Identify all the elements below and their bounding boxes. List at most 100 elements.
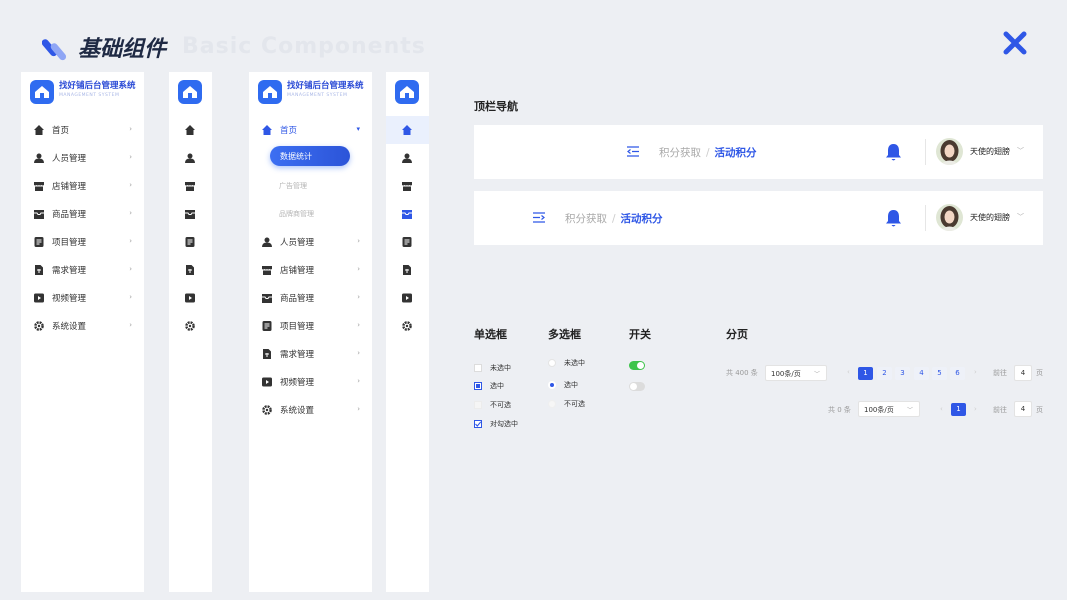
sidebar-item-project[interactable]: 项目管理 › [21,228,144,256]
sidebar-item-video[interactable]: 视频管理 › [249,368,372,396]
user-name[interactable]: 天使的翅膀 [970,212,1010,223]
sidebar-item-demand[interactable] [386,256,429,284]
sidebar-item-settings[interactable] [386,312,429,340]
sidebar-item-users[interactable] [169,144,212,172]
chevron-down-icon[interactable]: ﹀ [1017,212,1024,222]
radio-checked[interactable]: 选中 [474,379,504,393]
option-label: 不可选 [564,400,585,408]
sidebar-item-store[interactable]: 店铺管理 › [249,256,372,284]
unfold-menu-icon[interactable] [533,212,545,223]
next-page-icon[interactable]: › [974,405,977,413]
sidebar-item-home[interactable] [169,116,212,144]
sidebar-item-label: 商品管理 [52,210,87,220]
sidebar-item-demand[interactable]: 需求管理 › [21,256,144,284]
sidebar-item-store[interactable] [386,172,429,200]
page-size-select[interactable]: 100条/页 ﹀ [765,365,827,381]
sidebar-item-video[interactable]: 视频管理 › [21,284,144,312]
sidebar-item-store[interactable] [169,172,212,200]
sidebar-item-project[interactable]: 项目管理 › [249,312,372,340]
chevron-down-icon: ▾ [356,125,360,133]
chevron-down-icon[interactable]: ﹀ [1017,146,1024,156]
switch-knob [630,383,637,390]
demand-icon [35,265,43,275]
brand-name: 找好铺后台管理系统 [287,81,364,91]
page-number-current[interactable]: 1 [951,403,966,416]
page-number[interactable]: 2 [877,367,892,380]
sidebar-item-settings[interactable]: 系统设置 › [21,312,144,340]
switch-on[interactable] [629,361,645,370]
close-icon[interactable] [1002,30,1028,56]
sidebar-item-home[interactable]: 首页 ▾ [249,116,372,144]
submenu-item-label: 数据统计 [280,152,312,161]
sidebar-item-home[interactable] [386,116,429,144]
sidebar-item-demand[interactable]: 需求管理 › [249,340,372,368]
sidebar-item-settings[interactable] [169,312,212,340]
page-number[interactable]: 4 [914,367,929,380]
sidebar-item-goods[interactable] [386,200,429,228]
chevron-right-icon: › [129,237,132,245]
sidebar-item-store[interactable]: 店铺管理 › [21,172,144,200]
page-size-select[interactable]: 100条/页 ﹀ [858,401,920,417]
sidebar-item-settings[interactable]: 系统设置 › [249,396,372,424]
next-page-icon[interactable]: › [974,368,977,376]
avatar[interactable] [936,138,963,165]
sidebar-item-project[interactable] [169,228,212,256]
sidebar-item-video[interactable] [386,284,429,312]
box-icon [402,210,412,219]
sidebar-item-project[interactable] [386,228,429,256]
breadcrumb-separator: / [612,213,616,225]
prev-page-icon[interactable]: ‹ [940,405,943,413]
breadcrumb-current: 活动积分 [714,147,757,159]
submenu-item-stats[interactable]: 数据统计 [270,146,350,166]
submenu-item-ads[interactable]: 广告管理 [279,181,307,191]
store-icon [185,182,195,191]
breadcrumb-item[interactable]: 积分获取 [565,213,607,225]
components-logo-icon [42,39,67,61]
breadcrumb-item[interactable]: 积分获取 [659,147,701,159]
switch-off[interactable] [629,382,645,391]
option-label: 对勾选中 [490,420,518,428]
avatar[interactable] [936,204,963,231]
radio-unchecked[interactable]: 未选中 [474,361,511,375]
goto-page-input[interactable]: 4 [1014,401,1032,417]
page-number-current[interactable]: 1 [858,367,873,380]
sidebar-item-video[interactable] [169,284,212,312]
page-unit-label: 页 [1036,369,1043,377]
sidebar-item-goods[interactable]: 商品管理 › [249,284,372,312]
fold-menu-icon[interactable] [627,146,639,157]
prev-page-icon[interactable]: ‹ [847,368,850,376]
checkbox-checked[interactable]: 选中 [548,378,578,392]
radio-disabled: 不可选 [474,398,511,412]
user-name[interactable]: 天使的翅膀 [970,146,1010,157]
sidebar-item-goods[interactable] [169,200,212,228]
user-icon [185,153,195,163]
sidebar-item-demand[interactable] [169,256,212,284]
home-icon [402,125,412,135]
checkbox-unchecked[interactable]: 未选中 [548,356,585,370]
sidebar-item-label: 店铺管理 [52,182,87,192]
store-icon [262,266,272,275]
sidebar-item-users[interactable]: 人员管理 › [21,144,144,172]
user-icon [34,153,44,163]
store-icon [34,182,44,191]
option-label: 选中 [564,381,578,389]
sidebar-item-users[interactable] [386,144,429,172]
submenu-item-brands[interactable]: 品牌商管理 [279,209,314,219]
option-label: 不可选 [490,401,511,409]
bell-icon[interactable] [885,143,902,162]
checkbox-dot-checked [548,381,556,389]
page-number[interactable]: 3 [895,367,910,380]
page-title-ghost: Basic Components [182,34,426,59]
topbar-expanded: 积分获取 / 活动积分 天使的翅膀 ﹀ [474,125,1043,179]
radio-tick-checked[interactable]: 对勾选中 [474,417,518,431]
pagination-section-title: 分页 [726,328,748,341]
page-number[interactable]: 5 [932,367,947,380]
home-icon [262,125,272,135]
sidebar-item-home[interactable]: 首页 › [21,116,144,144]
sidebar-item-label: 首页 [280,126,298,136]
bell-icon[interactable] [885,209,902,228]
sidebar-item-users[interactable]: 人员管理 › [249,228,372,256]
sidebar-item-goods[interactable]: 商品管理 › [21,200,144,228]
page-number[interactable]: 6 [950,367,965,380]
goto-page-input[interactable]: 4 [1014,365,1032,381]
